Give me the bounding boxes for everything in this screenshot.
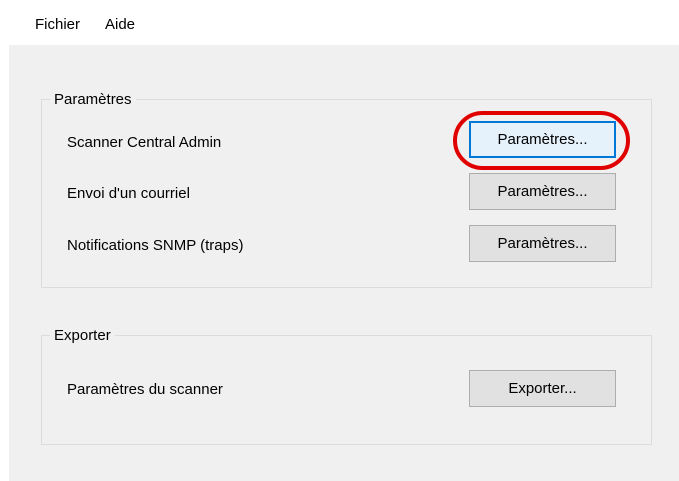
snmp-notifications-label: Notifications SNMP (traps) [67, 237, 244, 254]
settings-group-title: Paramètres [50, 90, 136, 110]
scanner-central-admin-label: Scanner Central Admin [67, 134, 222, 151]
scanner-settings-label: Paramètres du scanner [67, 381, 223, 398]
snmp-settings-button[interactable]: Paramètres... [469, 225, 616, 262]
email-sending-label: Envoi d'un courriel [67, 185, 190, 202]
export-button[interactable]: Exporter... [469, 370, 616, 407]
email-settings-button[interactable]: Paramètres... [469, 173, 616, 210]
menu-aide[interactable]: Aide [105, 15, 135, 35]
menu-fichier[interactable]: Fichier [35, 15, 80, 35]
scanner-central-admin-settings-button[interactable]: Paramètres... [469, 121, 616, 158]
export-group-title: Exporter [50, 326, 115, 346]
menu-bar: Fichier Aide [9, 0, 679, 45]
